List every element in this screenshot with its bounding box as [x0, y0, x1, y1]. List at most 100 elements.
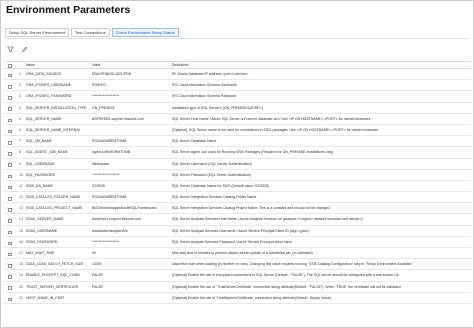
edit-icon[interactable]: [21, 46, 28, 53]
table-row[interactable]: 16 SSAS_PASSWORD ******************** SQL S…: [5, 237, 471, 248]
column-header-description[interactable]: Description: [172, 62, 468, 68]
parameter-value[interactable]: bicsstudiomssqlservice: [92, 226, 170, 236]
parameter-value[interactable]: bicsrever1.corpnet.ifsworld.com: [92, 214, 170, 224]
table-row[interactable]: 11 SSIS_DB_NAME SSISDB SQL Server Database …: [5, 181, 471, 193]
row-checkbox[interactable]: [8, 192, 13, 202]
parameter-value[interactable]: ********************: [92, 237, 170, 247]
row-checkbox[interactable]: [8, 259, 13, 269]
row-checkbox[interactable]: [8, 203, 13, 213]
table-row[interactable]: 10 SQL_PASSWORD ******************** SQL Se…: [5, 170, 471, 181]
parameter-value[interactable]: ********************: [92, 170, 170, 180]
table-row[interactable]: 17 MAX_WAIT_TIME 30 Max wait time in minute…: [5, 248, 471, 260]
tab-bar: Setup SQL Server Environment Test Connec…: [5, 28, 179, 37]
parameter-description: IP/ Oracle Database IP address:<port>/<s…: [172, 72, 249, 76]
parameters-table: Name Value Description 1 ORA_DATA_SOURCE E…: [5, 61, 471, 304]
table-row[interactable]: 14 SSAS_SERVER_NAME bicsrever1.corpnet.ifs…: [5, 214, 471, 226]
parameter-name: SQL_SERVER_NAME_INTERNAL: [26, 127, 81, 132]
table-row[interactable]: 21 HOST_NAME_IN_CERT [Optional] Enable the…: [5, 293, 471, 304]
table-row[interactable]: 19 ENABLE_ENCRYPT_SQL_CONN FALSE [Optional]…: [5, 270, 471, 282]
table-header: Name Value Description: [5, 62, 471, 69]
table-body: 1 ORA_DATA_SOURCE EBA1PDB006:1521/PDB IP/ O…: [5, 69, 471, 304]
table-row[interactable]: 8 SQL_AGENT_JOB_NAME AgentJobSMGRMTOMB SQL …: [5, 147, 471, 159]
page-title: Environment Parameters: [6, 4, 131, 16]
row-checkbox[interactable]: [8, 293, 13, 303]
row-checkbox[interactable]: [8, 114, 13, 124]
parameter-value[interactable]: FALSE: [92, 282, 170, 292]
parameter-description: SQL Server Agent Job Used for Running SS…: [172, 150, 334, 155]
parameter-value[interactable]: ASPREDB1.corpnet.ifsworld.com: [92, 114, 170, 124]
parameter-description: SQL Server Integration Services Catalog …: [172, 206, 330, 211]
parameter-description: [Optional] Enable the use of "HostNameIn…: [172, 295, 332, 300]
row-checkbox[interactable]: [8, 170, 13, 180]
row-checkbox[interactable]: [8, 181, 13, 191]
parameter-value[interactable]: 30: [92, 248, 170, 258]
parameter-name: SSIS_CATALOG_PROJECT_NAME: [26, 206, 83, 211]
row-checkbox[interactable]: [8, 237, 13, 247]
filter-icon[interactable]: [7, 46, 14, 53]
row-checkbox[interactable]: [8, 91, 13, 101]
row-checkbox[interactable]: [8, 248, 13, 258]
parameter-value[interactable]: FALSE: [92, 270, 170, 280]
row-checkbox[interactable]: [8, 226, 13, 236]
parameter-name: MAX_WAIT_TIME: [26, 251, 55, 255]
parameter-description: IFS Cloud Information Schema Username: [172, 83, 237, 88]
select-all-checkbox[interactable]: [8, 62, 13, 68]
table-row[interactable]: 3 ORA_IFSINFO_PASSWORD *******************…: [5, 91, 471, 103]
parameter-description: IFS Cloud Information Schema Password: [172, 94, 237, 99]
row-checkbox[interactable]: [8, 214, 13, 224]
table-row[interactable]: 2 ORA_IFSINFO_USERNAME IFSINFO IFS Cloud In…: [5, 80, 471, 92]
table-row[interactable]: 12 SSIS_CATALOG_FOLDER_NAME IFSDMGMREMTOMB…: [5, 192, 471, 204]
row-checkbox[interactable]: [8, 103, 13, 113]
column-header-value[interactable]: Value: [92, 62, 170, 68]
parameter-name: ORA_DATA_SOURCE: [26, 72, 62, 76]
parameter-description: SQL Server Analysis Services Password / …: [172, 239, 293, 244]
table-row[interactable]: 4 SQL_SERVER_INSTALLATION_TYPE ON_PREMISE I…: [5, 103, 471, 114]
parameter-name: ORA_IFSINFO_PASSWORD: [26, 94, 72, 99]
row-checkbox[interactable]: [8, 125, 13, 135]
table-row[interactable]: 1 ORA_DATA_SOURCE EBA1PDB006:1521/PDB IP/ O…: [5, 69, 471, 81]
row-checkbox[interactable]: [8, 147, 13, 157]
parameter-description: Installation type of SQL Server's (ON_PR…: [172, 105, 263, 110]
parameter-description: Max wait time in minutes to perform stat…: [172, 251, 313, 255]
parameter-name: ENABLE_ENCRYPT_SQL_CONN: [26, 273, 80, 278]
tab-setup-sql-server-environment[interactable]: Setup SQL Server Environment: [5, 28, 69, 37]
parameter-name: SQL_SERVER_NAME: [26, 116, 62, 121]
row-checkbox[interactable]: [8, 69, 13, 79]
parameter-value[interactable]: IFSDMGMREMTOMB: [92, 136, 170, 146]
table-row[interactable]: 18 DATA_LOAD_BATCH_FETCH_SIZE 10000 Data fe…: [5, 259, 471, 271]
parameter-description: SQL Server Database Name: [172, 139, 217, 144]
parameter-value[interactable]: IFSDMGMREMTOMB: [92, 192, 170, 202]
row-checkbox[interactable]: [8, 159, 13, 169]
parameter-name: SQL_PASSWORD: [26, 172, 56, 177]
table-row[interactable]: 5 SQL_SERVER_NAME ASPREDB1.corpnet.ifsworl…: [5, 114, 471, 125]
table-row[interactable]: 6 SQL_SERVER_NAME_INTERNAL [Optional], SQL…: [5, 125, 471, 137]
parameter-name: HOST_NAME_IN_CERT: [26, 295, 65, 300]
table-row[interactable]: 9 SQL_USERNAME ifsbisqluser SQL Server User…: [5, 159, 471, 170]
parameter-name: ORA_IFSINFO_USERNAME: [26, 83, 72, 88]
parameter-value[interactable]: SSISDB: [92, 181, 170, 191]
row-checkbox[interactable]: [8, 270, 13, 280]
parameter-value[interactable]: EBA1PDB006:1521/PDB: [92, 69, 170, 79]
parameter-value[interactable]: AgentJobSMGRMTOMB: [92, 147, 170, 157]
parameter-value[interactable]: ifsbisqluser: [92, 159, 170, 169]
row-checkbox[interactable]: [8, 136, 13, 146]
table-row[interactable]: 20 TRUST_SERVER_CERTIFICATE FALSE [Optional…: [5, 282, 471, 293]
parameter-value[interactable]: IFSINFO: [92, 80, 170, 90]
table-row[interactable]: 13 SSIS_CATALOG_PROJECT_NAME BISOnlineAnal…: [5, 203, 471, 215]
parameter-description: [Optional] Enable the use of encrypted c…: [172, 273, 399, 278]
parameter-name: SQL_SERVER_INSTALLATION_TYPE: [26, 105, 87, 110]
parameter-value[interactable]: ********************: [92, 91, 170, 101]
parameter-value[interactable]: BISOnlineAnalysisModelSQLFrameworks: [92, 203, 170, 213]
parameter-name: SSAS_USERNAME: [26, 228, 58, 233]
row-checkbox[interactable]: [8, 282, 13, 292]
tab-test-connections[interactable]: Test Connections: [70, 28, 110, 37]
row-checkbox[interactable]: [8, 80, 13, 90]
parameter-value[interactable]: 10000: [92, 259, 170, 269]
parameter-value[interactable]: ON_PREMISE: [92, 103, 170, 113]
column-header-name[interactable]: Name: [26, 62, 90, 68]
parameter-name: SSIS_DB_NAME: [26, 183, 53, 188]
tab-check-environment-setup-status[interactable]: Check Environment Setup Status: [111, 28, 179, 37]
table-row[interactable]: 7 SQL_DB_NAME IFSDMGMREMTOMB SQL Server Dat…: [5, 136, 471, 148]
toolbar: [7, 46, 28, 53]
table-row[interactable]: 15 SSAS_USERNAME bicsstudiomssqlservice SQL…: [5, 226, 471, 237]
